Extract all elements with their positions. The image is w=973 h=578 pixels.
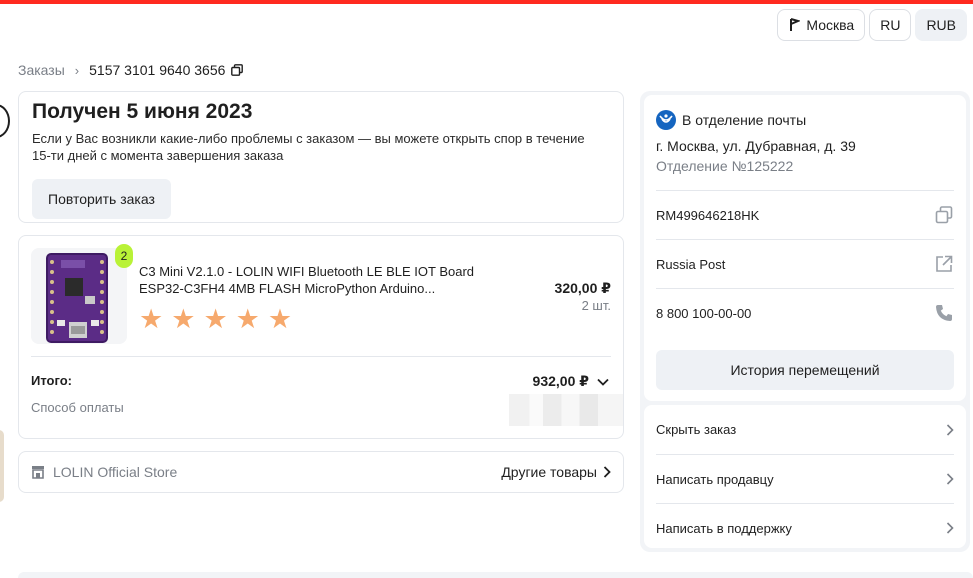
payment-method-label: Способ оплаты <box>31 400 124 415</box>
header-controls: Москва RU RUB <box>777 9 967 41</box>
total-toggle[interactable]: 932,00 ₽ <box>533 373 609 390</box>
total-label: Итого: <box>31 373 72 388</box>
divider <box>31 356 611 357</box>
total-value: 932,00 ₽ <box>532 373 589 389</box>
star-icon[interactable]: ★ <box>171 304 195 334</box>
chevron-down-icon <box>597 378 609 386</box>
message-support-action[interactable]: Написать в поддержку <box>656 503 954 552</box>
product-title-line2: ESP32-C3FH4 4MB FLASH MicroPython Arduin… <box>139 281 436 296</box>
store-card[interactable]: LOLIN Official Store Другие товары <box>18 451 624 493</box>
tracking-number: RM499646218HK <box>656 207 760 223</box>
message-seller-action[interactable]: Написать продавцу <box>656 454 954 503</box>
russian-post-logo <box>656 110 676 130</box>
side-thumbnail-edge <box>0 430 4 502</box>
rating-stars[interactable]: ★ ★ ★ ★ ★ <box>139 304 292 334</box>
back-button-edge[interactable] <box>0 104 10 138</box>
delivery-method-label: В отделение почты <box>682 112 807 128</box>
product-quantity: 2 шт. <box>581 298 611 313</box>
breadcrumb-order-number: 5157 3101 9640 3656 <box>89 62 226 78</box>
other-goods-link[interactable]: Другие товары <box>501 464 611 480</box>
carrier-name: Russia Post <box>656 256 726 272</box>
carrier-row[interactable]: Russia Post <box>656 239 954 288</box>
bottom-section-edge <box>18 572 973 578</box>
quantity-badge: 2 <box>115 244 133 268</box>
location-label: Москва <box>806 17 855 33</box>
star-icon[interactable]: ★ <box>268 304 292 334</box>
delivery-address: г. Москва, ул. Дубравная, д. 39 <box>656 138 856 154</box>
star-icon[interactable]: ★ <box>139 304 163 334</box>
chevron-right-icon <box>946 522 954 534</box>
tracking-history-button[interactable]: История перемещений <box>656 350 954 390</box>
product-price: 320,00 ₽ <box>554 280 611 296</box>
product-card: 2 C3 Mini V2.1.0 - LOLIN WIFI Bluetooth … <box>18 235 624 439</box>
store-name[interactable]: LOLIN Official Store <box>53 464 501 480</box>
star-icon[interactable]: ★ <box>236 304 260 334</box>
delivery-branch: Отделение №125222 <box>656 158 794 174</box>
currency-selector[interactable]: RUB <box>915 9 967 41</box>
chevron-right-icon: › <box>74 62 80 78</box>
payment-method-redacted <box>509 394 623 426</box>
external-link-icon[interactable] <box>934 254 954 274</box>
delivery-card: В отделение почты г. Москва, ул. Дубравн… <box>644 95 966 401</box>
hide-order-label: Скрыть заказ <box>656 422 737 437</box>
dispute-info-text: Если у Вас возникли какие-либо проблемы … <box>32 131 585 163</box>
board-illustration <box>31 248 127 344</box>
tracking-row: RM499646218HK <box>656 190 954 239</box>
star-icon[interactable]: ★ <box>203 304 227 334</box>
map-pin-icon <box>790 18 801 31</box>
order-status-card: Получен 5 июня 2023 Если у Вас возникли … <box>18 91 624 223</box>
message-support-label: Написать в поддержку <box>656 520 792 536</box>
chevron-right-icon <box>603 466 611 478</box>
top-accent-bar <box>0 0 973 4</box>
breadcrumb: Заказы › 5157 3101 9640 3656 <box>18 62 244 78</box>
carrier-phone: 8 800 100-00-00 <box>656 305 752 321</box>
other-goods-label: Другие товары <box>501 464 597 480</box>
hide-order-action[interactable]: Скрыть заказ <box>656 405 954 454</box>
language-selector[interactable]: RU <box>869 9 912 41</box>
order-actions-card: Скрыть заказ Написать продавцу Написать … <box>644 405 966 548</box>
copy-icon[interactable] <box>231 64 244 76</box>
product-title-line1: C3 Mini V2.1.0 - LOLIN WIFI Bluetooth LE… <box>139 264 475 279</box>
phone-row[interactable]: 8 800 100-00-00 <box>656 288 954 337</box>
repeat-order-button[interactable]: Повторить заказ <box>32 179 171 219</box>
order-status-title: Получен 5 июня 2023 <box>32 100 253 123</box>
right-panel: В отделение почты г. Москва, ул. Дубравн… <box>640 91 970 552</box>
delivery-method: В отделение почты <box>656 110 806 130</box>
chevron-right-icon <box>946 473 954 485</box>
copy-icon[interactable] <box>934 205 954 225</box>
store-icon <box>32 466 44 479</box>
message-seller-label: Написать продавцу <box>656 471 774 487</box>
location-selector[interactable]: Москва <box>777 9 866 41</box>
breadcrumb-orders-link[interactable]: Заказы <box>18 62 65 78</box>
product-title[interactable]: C3 Mini V2.1.0 - LOLIN WIFI Bluetooth LE… <box>139 263 499 297</box>
chevron-right-icon <box>946 423 954 436</box>
product-image[interactable] <box>31 248 127 344</box>
phone-icon[interactable] <box>934 303 954 323</box>
